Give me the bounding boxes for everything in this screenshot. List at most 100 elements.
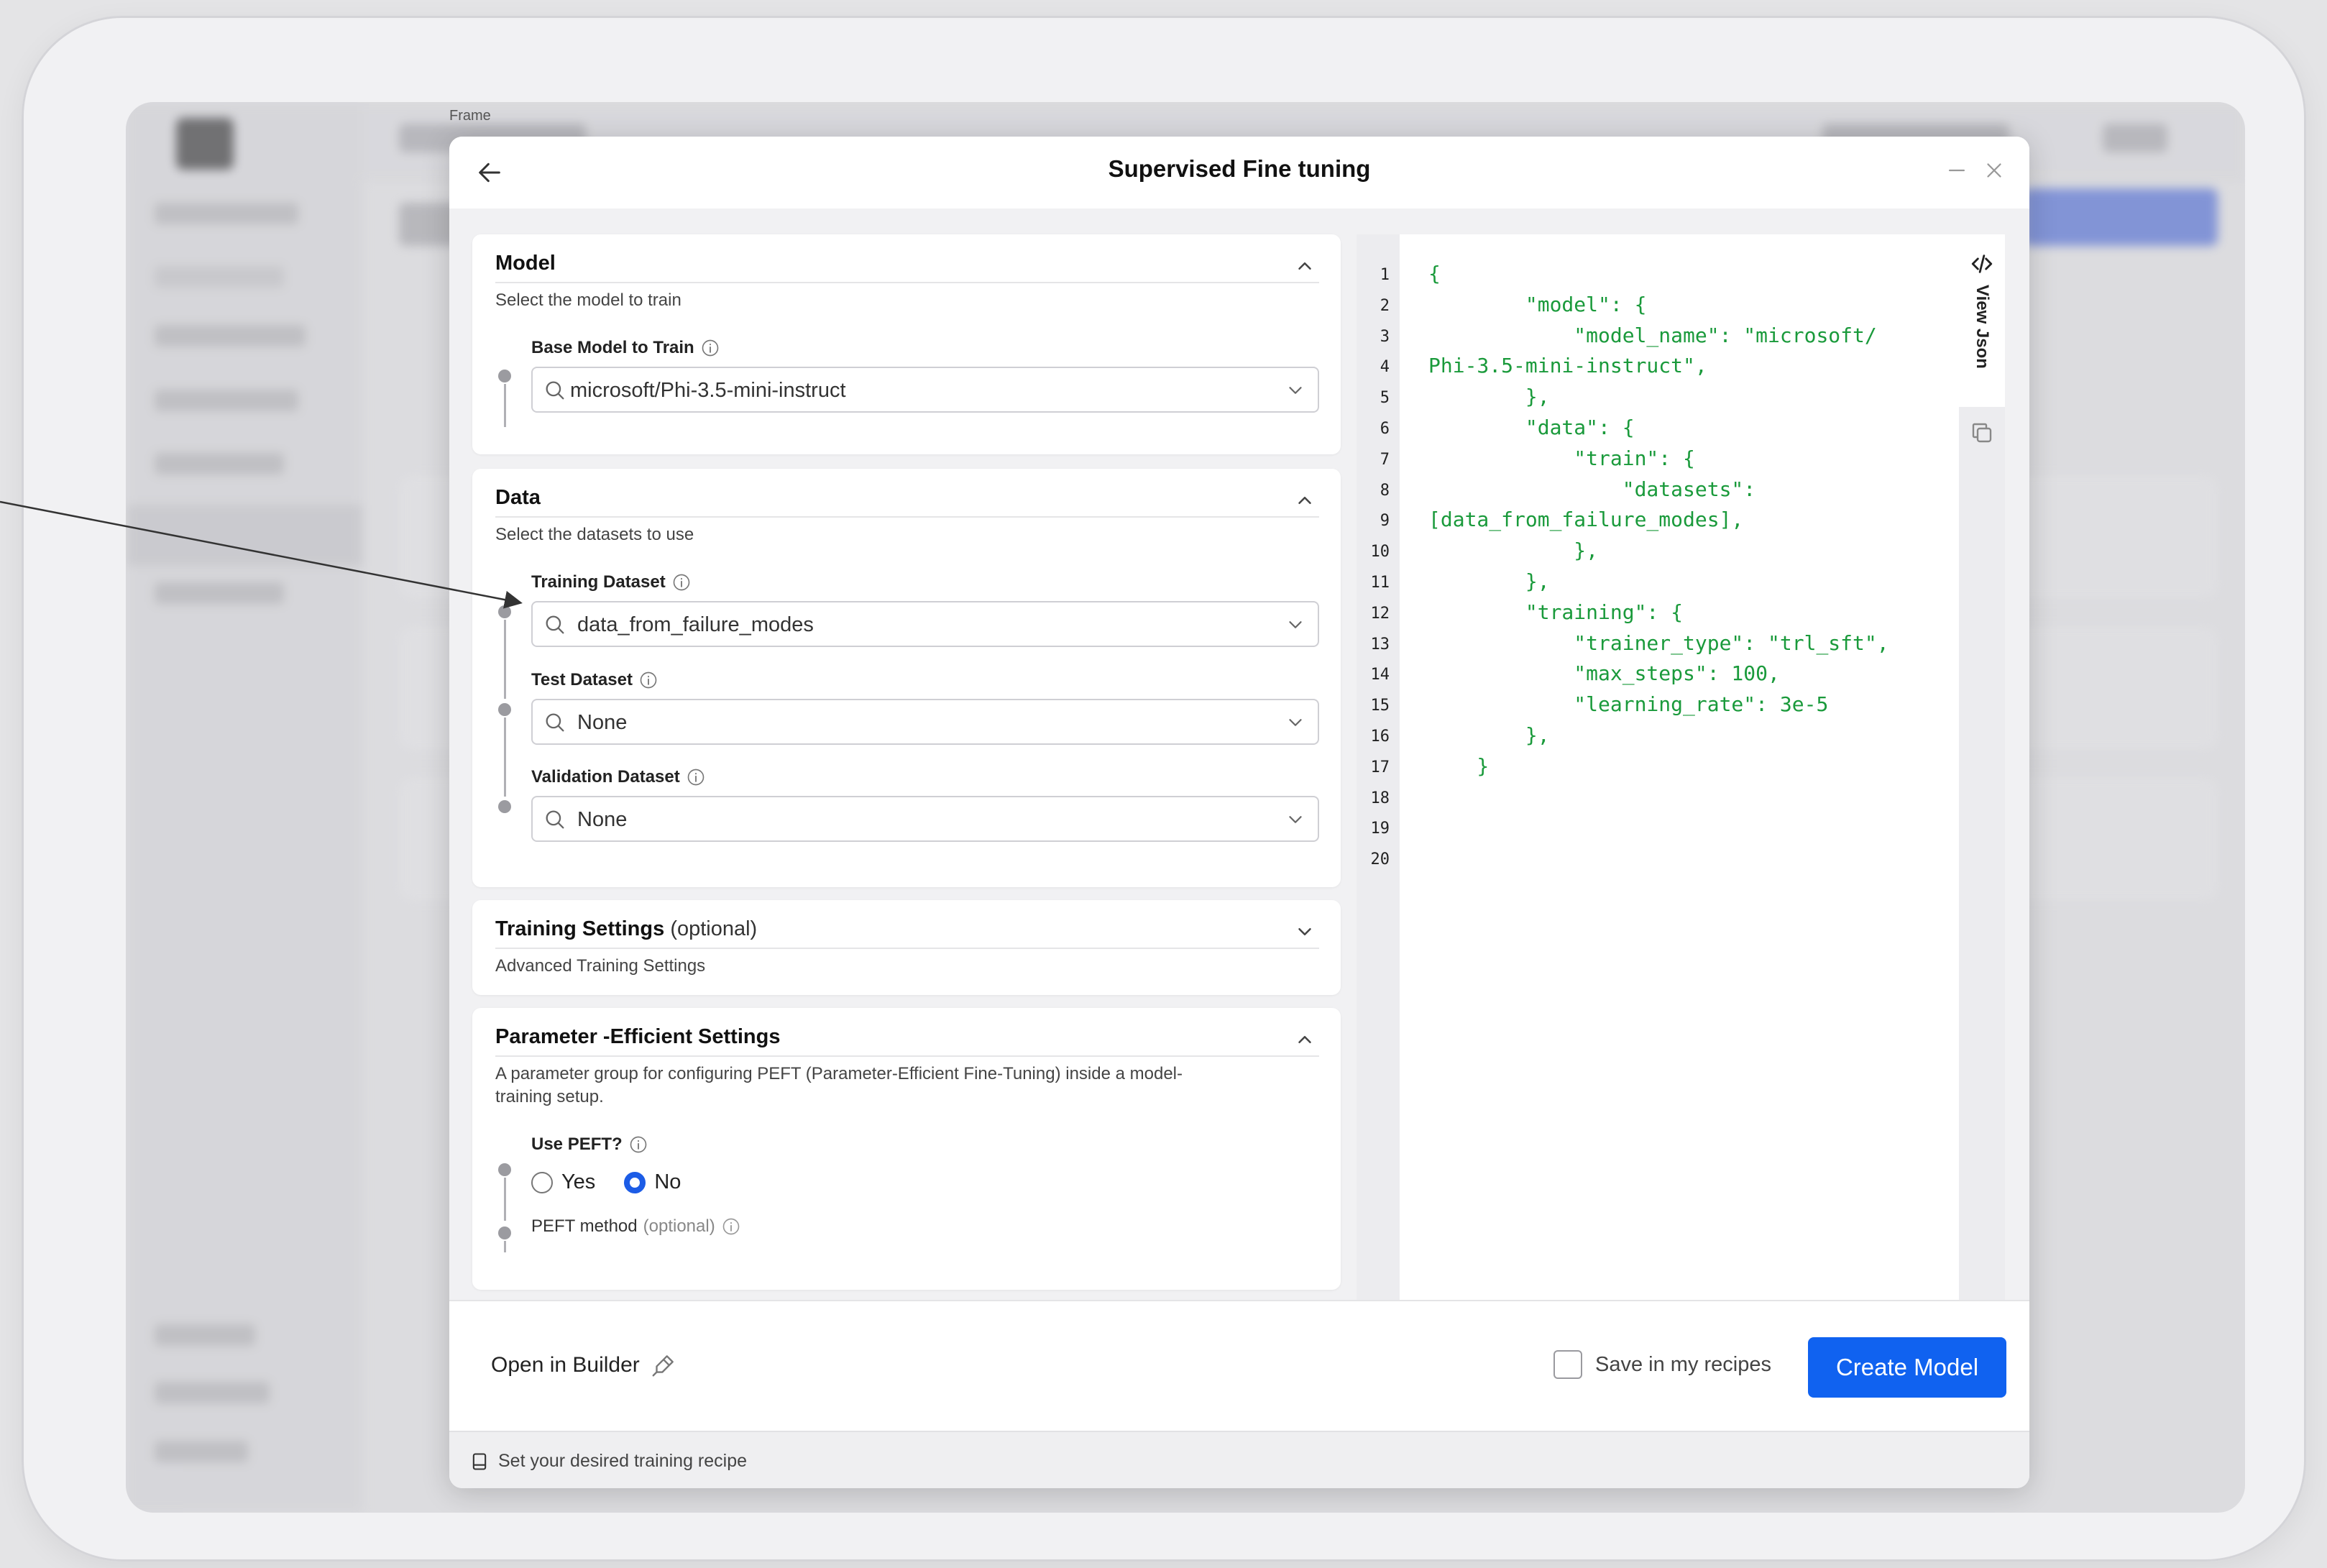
info-icon[interactable] [700, 338, 720, 358]
json-pane: 1 2 3 4 5 6 7 8 9 10 11 12 13 14 15 16 17 18 19 20 { "model… [1357, 234, 2005, 1373]
step-dot [498, 703, 511, 716]
line-number: 11 [1370, 574, 1390, 592]
peft-subtitle-line2: training setup. [495, 1087, 604, 1106]
bg-nav-item [155, 266, 284, 288]
bg-pill [2103, 124, 2167, 152]
data-card-collapse[interactable] [1292, 487, 1318, 513]
chevron-down-icon [1289, 719, 1302, 726]
model-card-collapse[interactable] [1292, 253, 1318, 279]
model-card: Model Select the model to train Base Mod… [472, 234, 1341, 454]
open-in-builder-link[interactable]: Open in Builder [491, 1352, 677, 1379]
step-line [504, 384, 506, 427]
code-icon [1971, 255, 1993, 273]
info-icon[interactable] [638, 670, 658, 690]
close-button[interactable] [1976, 152, 2012, 188]
training-settings-card[interactable]: Training Settings (optional) Advanced Tr… [472, 900, 1341, 995]
line-number-gutter: 1 2 3 4 5 6 7 8 9 10 11 12 13 14 15 16 17 18 19 20 [1357, 234, 1400, 1373]
training-dataset-select[interactable]: data_from_failure_modes [531, 601, 1319, 647]
base-model-select[interactable]: microsoft/Phi-3.5-mini-instruct [531, 367, 1319, 413]
chevron-up-icon [1298, 1036, 1311, 1043]
use-peft-label: Use PEFT? [531, 1134, 648, 1155]
training-settings-expand[interactable] [1292, 919, 1318, 945]
training-settings-title-text: Training Settings [495, 917, 665, 940]
info-icon[interactable] [628, 1134, 648, 1155]
step-line [504, 1178, 506, 1221]
use-peft-yes[interactable]: Yes [531, 1170, 595, 1194]
line-number: 16 [1370, 728, 1390, 746]
create-model-button[interactable]: Create Model [1808, 1337, 2006, 1398]
radio-checked [624, 1171, 646, 1193]
json-line: }, [1428, 538, 1599, 563]
training-dataset-label-text: Training Dataset [531, 572, 666, 592]
chevron-up-icon [1298, 497, 1311, 504]
view-json-tab[interactable]: View Json [1959, 234, 2005, 407]
step-dot [498, 370, 511, 382]
line-number: 10 [1370, 543, 1390, 561]
test-dataset-select[interactable]: None [531, 699, 1319, 745]
step-line [504, 620, 506, 699]
bg-nav-item [155, 1382, 270, 1403]
line-number: 15 [1370, 697, 1390, 715]
model-card-title: Model [495, 252, 556, 275]
base-model-value: microsoft/Phi-3.5-mini-instruct [570, 379, 846, 402]
save-recipes-checkbox[interactable] [1553, 1350, 1582, 1379]
minimize-button[interactable] [1939, 152, 1975, 188]
json-line: }, [1428, 569, 1550, 593]
fine-tuning-dialog: Supervised Fine tuning Model Select the … [449, 137, 2029, 1488]
use-peft-no[interactable]: No [624, 1170, 681, 1194]
json-line: "trainer_type": "trl_sft", [1428, 631, 1889, 655]
step-dot [498, 800, 511, 813]
json-line: "training": { [1428, 600, 1684, 624]
device-frame: Frame Supervised Fine tuning Model Selec… [22, 16, 2306, 1562]
bg-nav-item [155, 390, 298, 411]
line-number: 3 [1380, 327, 1390, 346]
test-dataset-label: Test Dataset [531, 670, 658, 690]
json-line: { [1428, 262, 1441, 285]
data-card: Data Select the datasets to use Training [472, 469, 1341, 887]
use-peft-radio-group: Yes No [531, 1170, 681, 1194]
base-model-label-text: Base Model to Train [531, 338, 694, 357]
peft-subtitle-line1: A parameter group for configuring PEFT (… [495, 1064, 1183, 1083]
step-dot [498, 1227, 511, 1239]
line-number: 9 [1380, 512, 1390, 531]
step-line [504, 717, 506, 797]
bg-nav-item [155, 325, 306, 347]
data-card-title: Data [495, 486, 541, 509]
save-in-recipes-option[interactable]: Save in my recipes [1553, 1350, 1771, 1379]
line-number: 17 [1370, 758, 1390, 776]
peft-method-label: PEFT method (optional) [531, 1216, 741, 1237]
pen-icon [652, 1355, 674, 1377]
training-dataset-label: Training Dataset [531, 572, 692, 592]
save-recipes-label: Save in my recipes [1595, 1352, 1771, 1376]
peft-card-collapse[interactable] [1292, 1027, 1318, 1053]
bg-primary-button [2024, 188, 2218, 246]
copy-icon[interactable] [1969, 420, 1995, 446]
training-settings-subtitle: Advanced Training Settings [495, 956, 706, 976]
search-icon [546, 810, 564, 829]
line-number: 20 [1370, 851, 1390, 869]
use-peft-no-label: No [654, 1170, 681, 1193]
line-number: 1 [1380, 266, 1390, 284]
minimize-icon [1948, 169, 1965, 172]
json-line: Phi-3.5-mini-instruct", [1428, 354, 1707, 378]
base-model-label: Base Model to Train [531, 338, 720, 358]
validation-dataset-value: None [577, 808, 628, 831]
data-card-subtitle: Select the datasets to use [495, 525, 694, 544]
bg-nav-item [155, 1324, 255, 1346]
close-icon [1987, 163, 2001, 178]
test-dataset-value: None [577, 711, 628, 734]
status-message: Set your desired training recipe [469, 1451, 747, 1472]
use-peft-yes-label: Yes [561, 1170, 596, 1193]
dialog-body: Model Select the model to train Base Mod… [449, 208, 2029, 1373]
chevron-down-icon [1289, 387, 1302, 394]
line-number: 13 [1370, 635, 1390, 654]
json-editor[interactable]: { "model": { "model_name": "microsoft/Ph… [1400, 234, 1959, 1373]
line-number: 8 [1380, 481, 1390, 500]
json-line: [data_from_failure_modes], [1428, 508, 1744, 532]
line-number: 12 [1370, 604, 1390, 623]
info-icon[interactable] [721, 1216, 741, 1237]
validation-dataset-select[interactable]: None [531, 796, 1319, 842]
info-icon[interactable] [671, 572, 692, 592]
info-icon[interactable] [686, 767, 706, 787]
dialog-title: Supervised Fine tuning [1108, 155, 1371, 182]
